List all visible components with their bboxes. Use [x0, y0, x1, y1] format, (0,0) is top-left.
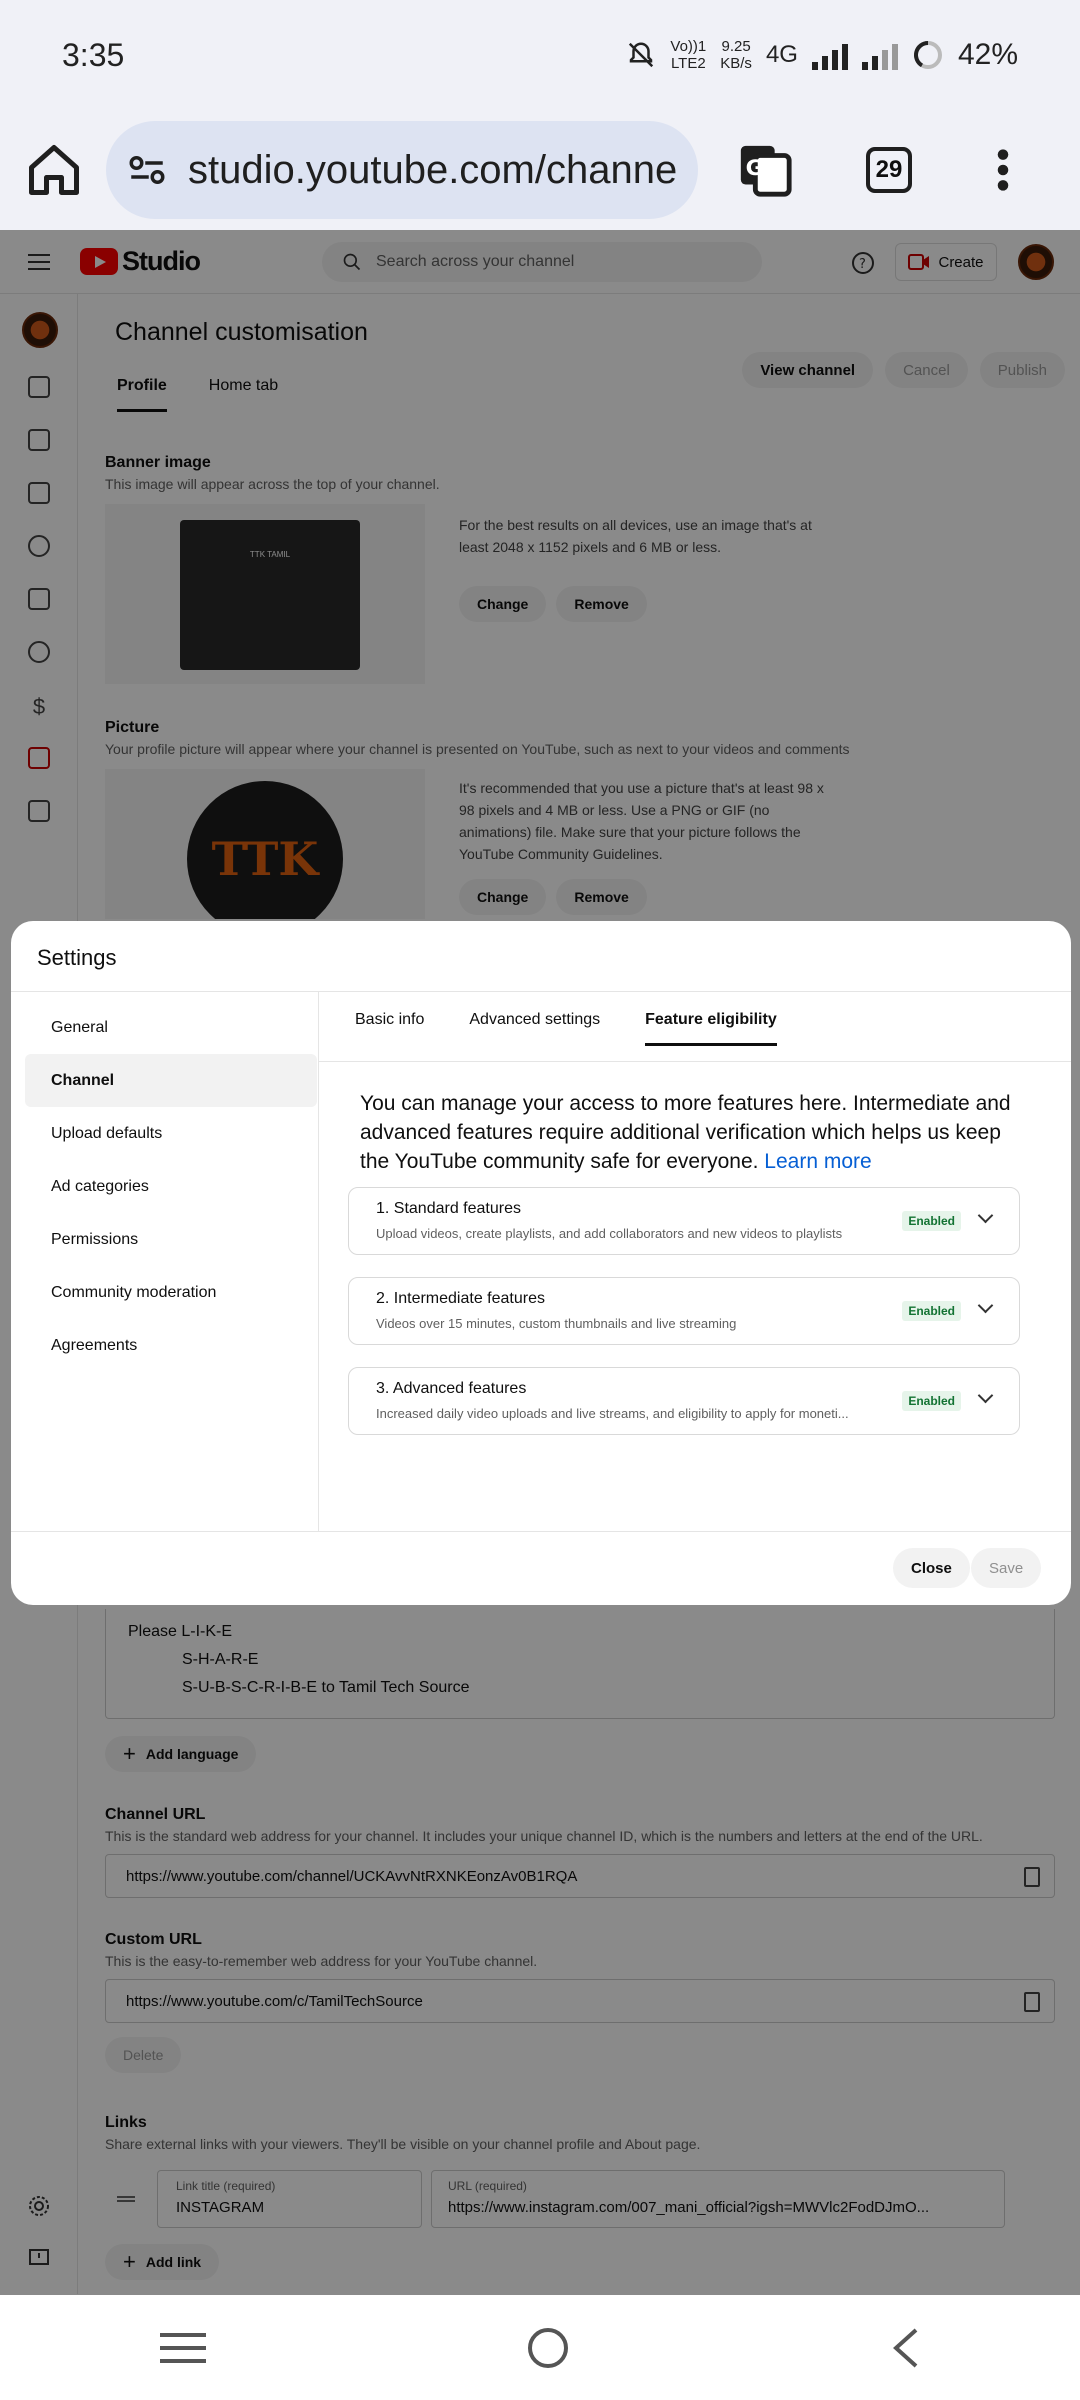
feature-title: 2. Intermediate features [376, 1290, 545, 1307]
tab-switcher-button[interactable]: 29 [866, 147, 912, 193]
sidebar-item-channel[interactable]: Channel [25, 1054, 317, 1107]
recents-icon[interactable] [160, 2331, 207, 2365]
system-nav-bar [0, 2295, 1080, 2400]
sidebar-item-upload-defaults[interactable]: Upload defaults [25, 1107, 317, 1160]
mute-bell-icon [629, 42, 654, 68]
settings-sidebar: General Channel Upload defaults Ad categ… [25, 1001, 317, 1372]
sidebar-item-community-moderation[interactable]: Community moderation [25, 1266, 317, 1319]
settings-dialog: Settings General Channel Upload defaults… [11, 921, 1071, 1605]
status-badge: Enabled [902, 1211, 961, 1231]
dialog-title: Settings [37, 945, 117, 970]
feature-row-advanced[interactable]: 3. Advanced features Increased daily vid… [348, 1367, 1020, 1435]
sidebar-item-general[interactable]: General [25, 1001, 317, 1054]
sidebar-item-ad-categories[interactable]: Ad categories [25, 1160, 317, 1213]
battery-percent: 42% [957, 38, 1018, 71]
network-type: 4G [765, 41, 798, 68]
divider [318, 991, 319, 1531]
feature-description: Upload videos, create playlists, and add… [376, 1226, 843, 1241]
tab-basic-info[interactable]: Basic info [355, 1011, 424, 1046]
home-circle-icon[interactable] [527, 2327, 569, 2369]
sidebar-item-agreements[interactable]: Agreements [25, 1319, 317, 1372]
save-button[interactable]: Save [971, 1548, 1042, 1588]
feature-description: Increased daily video uploads and live s… [376, 1406, 849, 1421]
status-icons: Vo))1 LTE2 9.25 KB/s 4G 42% [626, 38, 1018, 72]
feature-intro-text: You can manage your access to more featu… [360, 1092, 1011, 1173]
chevron-down-icon[interactable] [977, 1207, 994, 1224]
chevron-down-icon[interactable] [977, 1387, 994, 1404]
volte-indicator: Vo))1 LTE2 [670, 38, 707, 72]
svg-text:G: G [746, 156, 764, 181]
more-menu-icon[interactable] [996, 148, 1010, 192]
feature-title: 3. Advanced features [376, 1380, 527, 1397]
divider [11, 991, 1071, 992]
translate-icon[interactable]: G [736, 141, 794, 199]
tab-feature-eligibility[interactable]: Feature eligibility [645, 1011, 777, 1046]
close-button[interactable]: Close [893, 1548, 970, 1588]
browser-toolbar: studio.youtube.com/channe G 29 [0, 110, 1080, 230]
status-badge: Enabled [902, 1391, 961, 1411]
home-icon[interactable] [24, 140, 84, 200]
chevron-down-icon[interactable] [977, 1297, 994, 1314]
feature-row-intermediate[interactable]: 2. Intermediate features Videos over 15 … [348, 1277, 1020, 1345]
address-bar[interactable]: studio.youtube.com/channe [106, 121, 698, 219]
signal-icon-2 [861, 40, 898, 70]
divider [319, 1061, 1071, 1062]
site-settings-icon[interactable] [126, 149, 168, 191]
settings-tabs: Basic info Advanced settings Feature eli… [355, 1011, 822, 1046]
signal-icon [811, 40, 848, 70]
divider [11, 1531, 1071, 1532]
status-time: 3:35 [62, 36, 125, 73]
status-badge: Enabled [902, 1301, 961, 1321]
net-speed: 9.25 KB/s [720, 38, 752, 72]
status-bar: 3:35 Vo))1 LTE2 9.25 KB/s 4G 42% [0, 0, 1080, 110]
url-text: studio.youtube.com/channe [188, 147, 678, 192]
sidebar-item-permissions[interactable]: Permissions [25, 1213, 317, 1266]
tab-advanced-settings[interactable]: Advanced settings [469, 1011, 600, 1046]
learn-more-link[interactable]: Learn more [764, 1150, 871, 1173]
feature-description: Videos over 15 minutes, custom thumbnail… [376, 1316, 737, 1331]
feature-row-standard[interactable]: 1. Standard features Upload videos, crea… [348, 1187, 1020, 1255]
battery-ring-icon [913, 41, 942, 69]
back-icon[interactable] [890, 2327, 920, 2369]
feature-title: 1. Standard features [376, 1200, 521, 1217]
